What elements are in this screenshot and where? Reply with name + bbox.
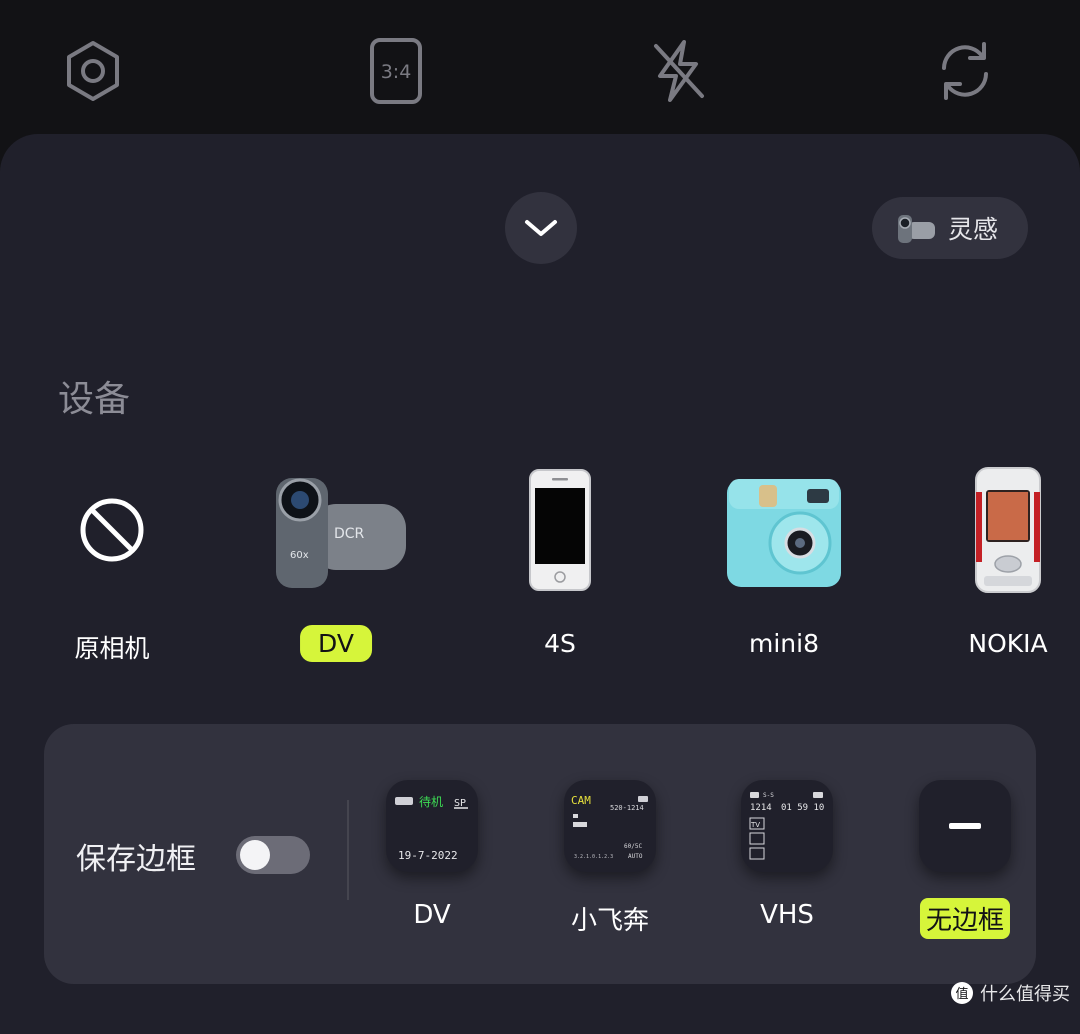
frame-label: 无边框 — [919, 898, 1011, 939]
save-frame-label: 保存边框 — [76, 842, 196, 877]
frame-option-none[interactable]: 无边框 — [905, 780, 1025, 950]
dv-brand-text: DCR — [334, 526, 365, 542]
frame-option-dv[interactable]: 待机 SP 19-7-2022 DV — [372, 780, 492, 950]
dv-frame-preview: 待机 SP 19-7-2022 — [395, 795, 468, 862]
save-frame-toggle[interactable] — [236, 836, 310, 874]
toggle-knob — [240, 840, 270, 870]
xfb-preview-rate: 60/5C — [624, 843, 642, 850]
camcorder-icon — [898, 215, 935, 243]
chevron-down-icon — [525, 220, 557, 236]
dv-preview-date: 19-7-2022 — [398, 849, 458, 862]
frame-label: DV — [413, 900, 451, 930]
device-section-title: 设备 — [58, 379, 131, 420]
frame-label: VHS — [760, 900, 814, 930]
watermark-logo-icon: 值 — [951, 982, 973, 1004]
frame-preview-none — [919, 780, 1011, 872]
inspiration-label: 灵感 — [948, 215, 999, 244]
frame-option-xiaofeiben[interactable]: CAM 520-1214 60/5C 3.2.1.0.1.2.3 AUTO 小飞… — [550, 780, 670, 950]
vhs-preview-top: 1214 — [750, 803, 772, 813]
device-label: NOKIA — [968, 629, 1048, 658]
xfb-preview-code: 520-1214 — [610, 804, 644, 812]
device-label: 原相机 — [74, 634, 150, 663]
device-item-original[interactable]: 原相机 — [32, 460, 192, 670]
device-item-nokia[interactable]: NOKIA — [928, 460, 1080, 670]
watermark: 值 什么值得买 — [950, 980, 1070, 1006]
vhs-frame-preview: S-S 1214 01 59 10 TV — [749, 792, 824, 860]
vhs-preview-time: 01 59 10 — [781, 803, 824, 813]
flash-button[interactable] — [643, 36, 713, 106]
frame-option-vhs[interactable]: S-S 1214 01 59 10 TV VHS — [727, 780, 847, 950]
switch-camera-icon — [942, 42, 988, 100]
nokia-phone-image — [975, 467, 1041, 593]
device-label: DV — [300, 625, 372, 662]
aspect-ratio-icon: 3:4 — [370, 38, 422, 104]
inspiration-button[interactable]: 灵感 — [872, 197, 1028, 259]
aspect-ratio-label: 3:4 — [381, 61, 412, 83]
dv-zoom-text: 60x — [290, 550, 309, 561]
frame-label: 小飞奔 — [570, 906, 650, 936]
svg-text:值: 值 — [955, 986, 968, 1002]
device-label: 4S — [544, 629, 576, 658]
instax-mini8-image — [727, 479, 841, 587]
device-item-dv[interactable]: DCR 60x DV — [256, 460, 416, 670]
switch-camera-button[interactable] — [930, 36, 1000, 106]
watermark-text: 什么值得买 — [980, 984, 1070, 1005]
frame-preview-vhs: S-S 1214 01 59 10 TV — [741, 780, 833, 872]
minus-icon — [949, 823, 981, 829]
device-item-mini8[interactable]: mini8 — [704, 460, 864, 670]
settings-button[interactable] — [58, 36, 128, 106]
iphone-4s-image — [529, 469, 591, 591]
frame-preview-dv: 待机 SP 19-7-2022 — [386, 780, 478, 872]
flash-off-icon — [654, 40, 704, 102]
xfb-preview-auto: AUTO — [628, 853, 643, 860]
device-item-4s[interactable]: 4S — [480, 460, 640, 670]
frame-preview-xiaofeiben: CAM 520-1214 60/5C 3.2.1.0.1.2.3 AUTO — [564, 780, 656, 872]
dv-preview-tag: 待机 — [419, 795, 443, 809]
aspect-ratio-button[interactable]: 3:4 — [361, 36, 431, 106]
device-label: mini8 — [749, 629, 819, 658]
frame-divider — [347, 800, 349, 900]
settings-icon — [67, 41, 119, 101]
vhs-preview-tv: TV — [750, 821, 760, 829]
xfb-preview-cam: CAM — [571, 794, 591, 807]
dv-camcorder-image: DCR 60x — [276, 478, 406, 588]
xfb-preview-scale: 3.2.1.0.1.2.3 — [574, 854, 613, 860]
xiaofeiben-frame-preview: CAM 520-1214 60/5C 3.2.1.0.1.2.3 AUTO — [571, 794, 648, 860]
collapse-panel-button[interactable] — [505, 192, 577, 264]
top-toolbar: 3:4 — [0, 0, 1080, 140]
vhs-preview-small: S-S — [763, 792, 774, 799]
no-filter-icon — [80, 498, 144, 562]
